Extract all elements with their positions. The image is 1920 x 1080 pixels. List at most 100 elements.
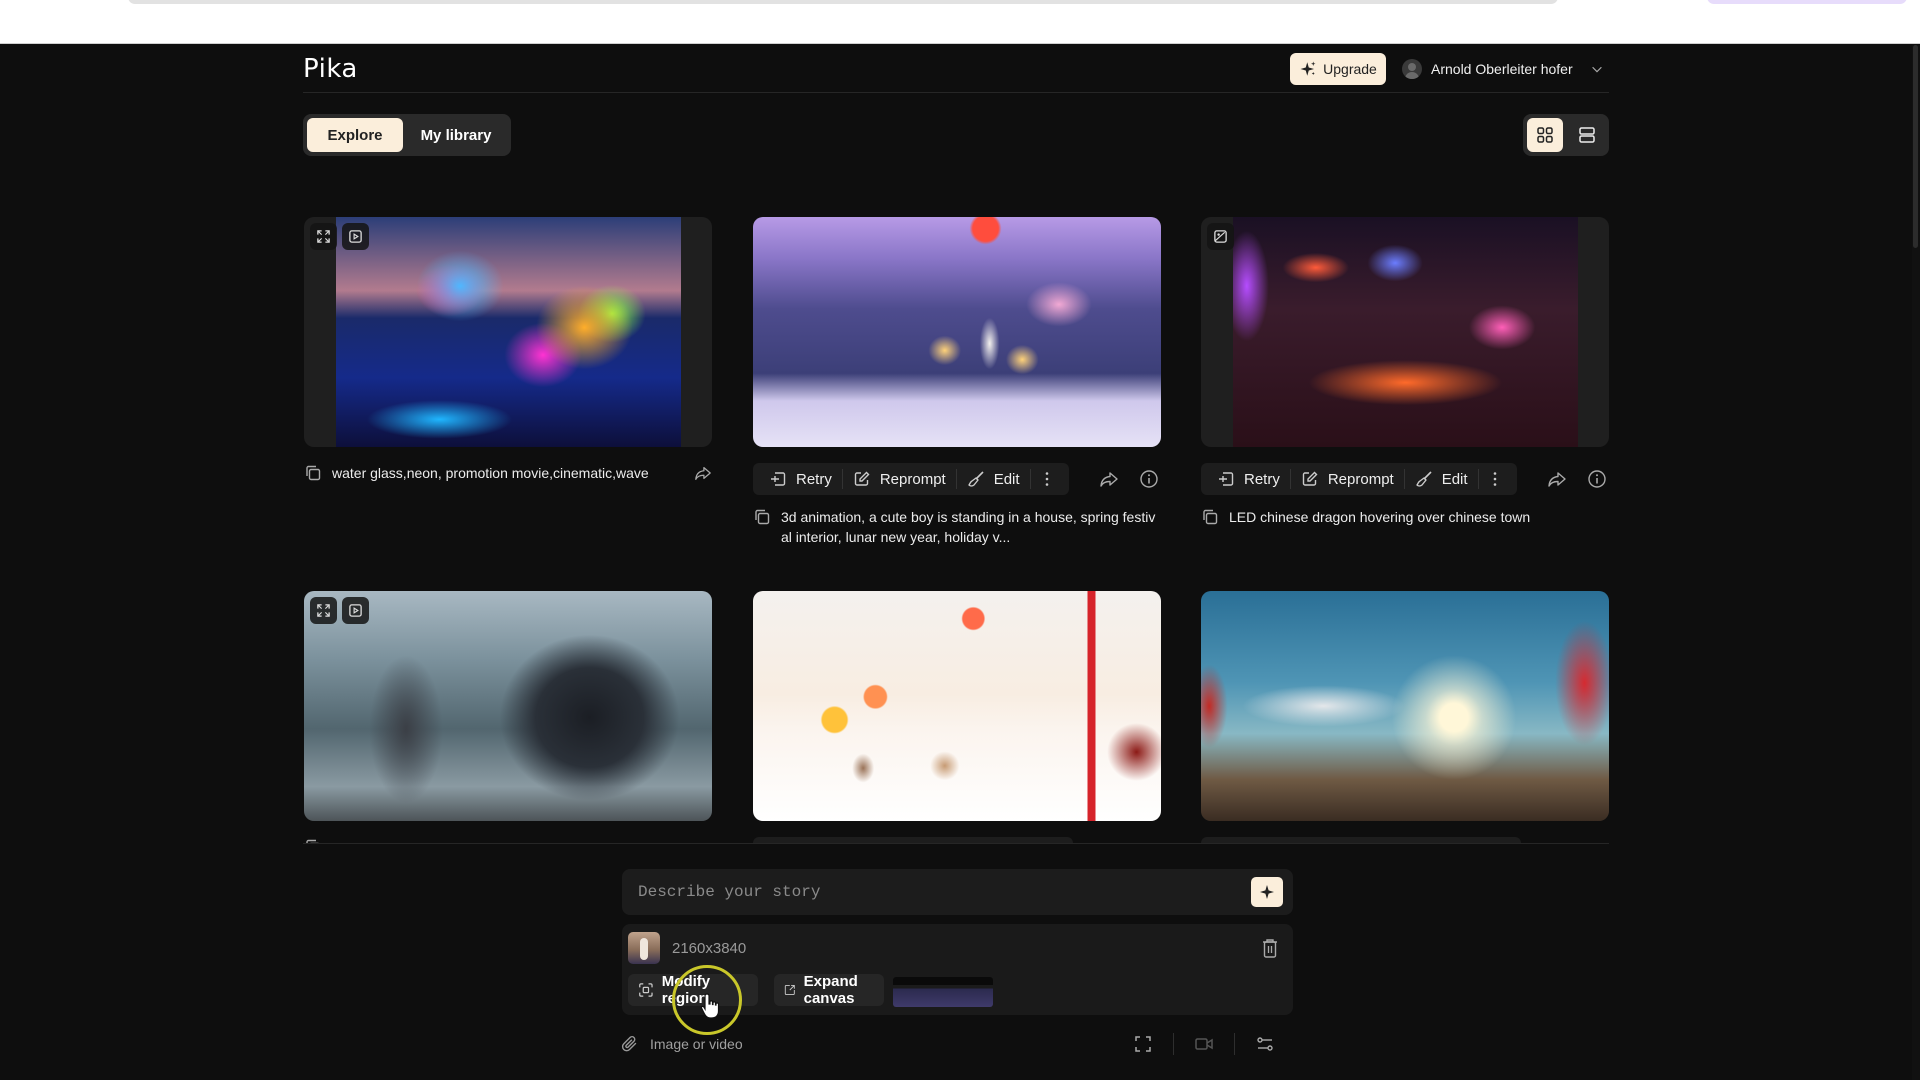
attachment-thumbnail[interactable] bbox=[628, 932, 660, 964]
copy-icon[interactable] bbox=[1201, 508, 1219, 526]
video-thumbnail bbox=[336, 217, 681, 447]
more-button[interactable] bbox=[1031, 463, 1063, 495]
browser-action-pill[interactable] bbox=[1707, 0, 1907, 4]
edit-label: Edit bbox=[993, 470, 1020, 488]
card-media[interactable] bbox=[753, 217, 1161, 447]
expand-icon bbox=[317, 604, 330, 617]
expand-canvas-icon bbox=[784, 985, 795, 995]
video-thumbnail bbox=[1201, 591, 1609, 821]
grid-view-button[interactable] bbox=[1527, 118, 1563, 152]
share-icon[interactable] bbox=[1547, 469, 1567, 489]
header-divider bbox=[303, 92, 1609, 93]
scrollbar-thumb[interactable] bbox=[1913, 45, 1918, 248]
retry-button[interactable]: Retry bbox=[759, 463, 842, 495]
video-card[interactable] bbox=[1201, 591, 1609, 843]
more-button[interactable] bbox=[1479, 463, 1511, 495]
pencil-square-icon bbox=[854, 471, 870, 486]
prompt-toolbar: Image or video bbox=[620, 1030, 1295, 1058]
expand-icon bbox=[317, 230, 330, 243]
card-media[interactable] bbox=[1201, 217, 1609, 447]
video-thumbnail bbox=[1233, 217, 1578, 447]
image-icon bbox=[1214, 230, 1227, 243]
attachment-panel: 2160x3840 Modify region Expand canvas bbox=[622, 924, 1293, 1015]
attachment-dimensions: 2160x3840 bbox=[672, 940, 747, 957]
info-icon[interactable] bbox=[1587, 469, 1607, 489]
retry-label: Retry bbox=[796, 470, 832, 488]
reprompt-button[interactable]: Reprompt bbox=[1291, 463, 1404, 495]
card-media[interactable] bbox=[753, 591, 1161, 821]
attach-label: Image or video bbox=[650, 1036, 743, 1052]
sparkle-icon bbox=[1300, 61, 1316, 76]
caption-text: water glass,neon, promotion movie,cinema… bbox=[332, 465, 649, 481]
user-name: Arnold Oberleiter hofer bbox=[1431, 61, 1573, 77]
aspect-ratio-button[interactable] bbox=[1113, 1034, 1173, 1054]
list-view-button[interactable] bbox=[1569, 118, 1605, 152]
caption-line: 3d animation, a cute boy is standing in … bbox=[781, 509, 1156, 525]
share-icon[interactable] bbox=[694, 464, 712, 482]
brush-icon bbox=[968, 471, 984, 487]
expand-canvas-button[interactable]: Expand canvas bbox=[774, 973, 884, 1007]
card-actions: Retry Reprompt Edit bbox=[1201, 463, 1609, 495]
video-icon bbox=[349, 604, 362, 617]
card-caption: LED chinese dragon hovering over chinese… bbox=[1201, 507, 1609, 527]
tab-explore[interactable]: Explore bbox=[307, 118, 403, 152]
expand-button[interactable] bbox=[310, 223, 337, 250]
upgrade-label: Upgrade bbox=[1323, 61, 1377, 77]
settings-button[interactable] bbox=[1235, 1034, 1295, 1054]
avatar bbox=[1402, 59, 1422, 79]
reprompt-label: Reprompt bbox=[1327, 470, 1394, 488]
image-badge[interactable] bbox=[1207, 223, 1234, 250]
video-card[interactable]: water glass,neon, promotion movie,cinema… bbox=[304, 217, 712, 483]
tab-my-library[interactable]: My library bbox=[405, 118, 507, 152]
video-card[interactable]: Retry Reprompt Edit bbox=[753, 217, 1161, 547]
attach-media-button[interactable]: Image or video bbox=[620, 1034, 743, 1054]
upgrade-button[interactable]: Upgrade bbox=[1290, 53, 1386, 85]
edit-button[interactable]: Edit bbox=[957, 463, 1030, 495]
reprompt-button[interactable]: Reprompt bbox=[843, 463, 956, 495]
card-media[interactable] bbox=[304, 217, 712, 447]
video-camera-icon bbox=[1195, 1038, 1213, 1050]
share-icon[interactable] bbox=[1099, 469, 1119, 489]
copy-icon[interactable] bbox=[753, 508, 771, 526]
frame-corners-icon bbox=[1135, 1036, 1151, 1052]
card-media[interactable] bbox=[1201, 591, 1609, 821]
caption-text: LED chinese dragon hovering over chinese… bbox=[1229, 509, 1531, 525]
video-badge[interactable] bbox=[342, 597, 369, 624]
edit-button[interactable]: Edit bbox=[1405, 463, 1478, 495]
camera-control-button[interactable] bbox=[1174, 1034, 1234, 1054]
generate-button[interactable] bbox=[1251, 877, 1283, 907]
trash-icon[interactable] bbox=[1261, 937, 1279, 959]
page-scrollbar[interactable] bbox=[1912, 45, 1920, 1080]
retry-icon bbox=[771, 472, 786, 486]
explore-grid: water glass,neon, promotion movie,cinema… bbox=[300, 200, 1615, 843]
main-tabs: Explore My library bbox=[303, 114, 511, 156]
copy-icon[interactable] bbox=[304, 464, 322, 482]
edit-label: Edit bbox=[1441, 470, 1468, 488]
browser-url-bar[interactable] bbox=[128, 0, 1558, 4]
info-icon[interactable] bbox=[1139, 469, 1159, 489]
grid-view-icon bbox=[1537, 127, 1553, 143]
modify-region-label: Modify region bbox=[661, 973, 711, 1007]
modify-region-button[interactable]: Modify region bbox=[628, 973, 758, 1007]
more-vertical-icon bbox=[1045, 472, 1048, 486]
canvas-preview[interactable] bbox=[893, 977, 993, 1007]
reprompt-label: Reprompt bbox=[879, 470, 946, 488]
card-caption: 3d animation, a cute boy is standing in … bbox=[753, 507, 1161, 547]
list-view-icon bbox=[1579, 127, 1595, 143]
chevron-down-icon bbox=[1591, 66, 1602, 73]
prompt-box bbox=[622, 869, 1293, 915]
video-card[interactable]: Retry Reprompt Edit bbox=[1201, 217, 1609, 527]
grid-divider bbox=[303, 843, 1609, 844]
retry-button[interactable]: Retry bbox=[1207, 463, 1290, 495]
video-badge[interactable] bbox=[342, 223, 369, 250]
user-menu[interactable]: Arnold Oberleiter hofer bbox=[1402, 57, 1604, 81]
card-media[interactable] bbox=[304, 591, 712, 821]
story-prompt-input[interactable] bbox=[638, 883, 1251, 901]
logo[interactable]: Pika bbox=[303, 54, 358, 84]
video-card[interactable] bbox=[304, 591, 712, 843]
video-thumbnail bbox=[753, 591, 1161, 821]
caption-line: al interior, lunar new year, holiday v..… bbox=[781, 529, 1011, 545]
expand-button[interactable] bbox=[310, 597, 337, 624]
video-card[interactable] bbox=[753, 591, 1161, 843]
expand-canvas-label: Expand canvas bbox=[803, 973, 858, 1007]
